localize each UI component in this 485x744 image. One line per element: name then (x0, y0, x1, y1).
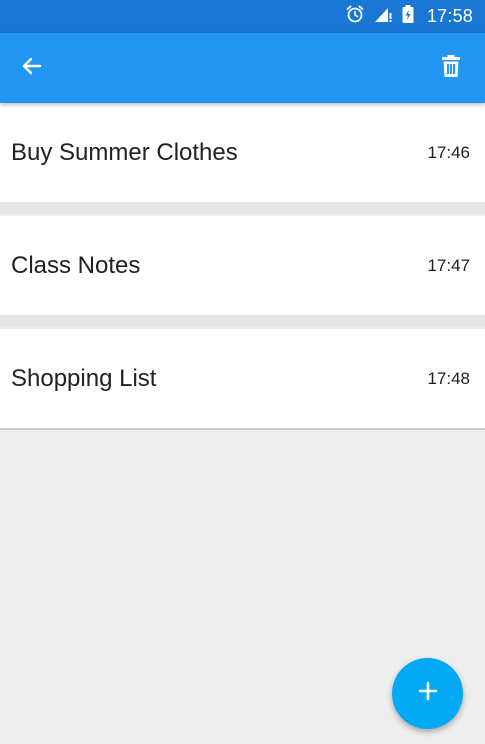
note-time: 17:47 (427, 255, 470, 275)
notes-list: Buy Summer Clothes 17:46 Class Notes 17:… (0, 103, 485, 442)
note-time: 17:46 (427, 142, 470, 162)
note-title: Shopping List (11, 364, 157, 392)
plus-icon (417, 680, 439, 707)
trash-icon (440, 54, 462, 83)
status-bar: 17:58 (0, 0, 485, 33)
battery-charging-icon (401, 4, 415, 29)
arrow-back-icon (20, 54, 44, 83)
note-item[interactable]: Shopping List 17:48 (0, 329, 485, 430)
note-title: Buy Summer Clothes (11, 138, 238, 166)
status-time: 17:58 (426, 6, 473, 26)
note-title: Class Notes (11, 251, 141, 279)
note-item[interactable]: Buy Summer Clothes 17:46 (0, 103, 485, 214)
status-icons: 17:58 (345, 0, 473, 33)
alarm-icon (345, 4, 365, 29)
note-time: 17:48 (427, 368, 470, 388)
delete-button[interactable] (433, 50, 469, 86)
add-note-button[interactable] (392, 658, 463, 729)
app-bar (0, 33, 485, 103)
note-item[interactable]: Class Notes 17:47 (0, 216, 485, 327)
signal-icon (373, 4, 393, 29)
back-button[interactable] (14, 50, 50, 86)
